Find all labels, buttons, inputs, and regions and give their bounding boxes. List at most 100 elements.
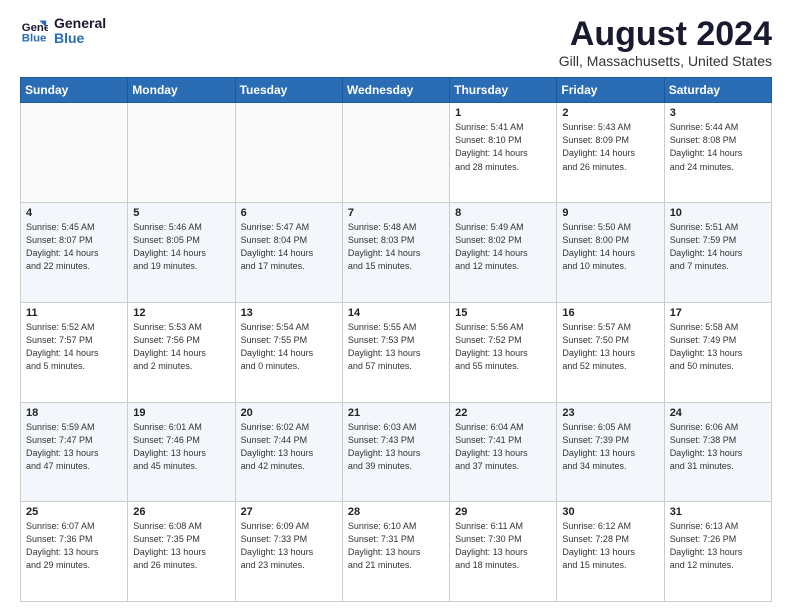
col-wednesday: Wednesday [342, 78, 449, 103]
day-number: 6 [241, 207, 337, 219]
day-info: Sunrise: 6:02 AM Sunset: 7:44 PM Dayligh… [241, 421, 337, 473]
day-number: 17 [670, 307, 766, 319]
table-row [342, 103, 449, 203]
day-info: Sunrise: 5:53 AM Sunset: 7:56 PM Dayligh… [133, 321, 229, 373]
day-info: Sunrise: 5:59 AM Sunset: 7:47 PM Dayligh… [26, 421, 122, 473]
table-row: 3 Sunrise: 5:44 AM Sunset: 8:08 PM Daylig… [664, 103, 771, 203]
day-info: Sunrise: 6:09 AM Sunset: 7:33 PM Dayligh… [241, 520, 337, 572]
day-info: Sunrise: 5:46 AM Sunset: 8:05 PM Dayligh… [133, 221, 229, 273]
title-block: August 2024 Gill, Massachusetts, United … [559, 16, 772, 69]
location: Gill, Massachusetts, United States [559, 53, 772, 69]
day-number: 1 [455, 107, 551, 119]
table-row: 26Sunrise: 6:08 AM Sunset: 7:35 PM Dayli… [128, 502, 235, 602]
table-row: 8Sunrise: 5:49 AM Sunset: 8:02 PM Daylig… [450, 203, 557, 303]
col-thursday: Thursday [450, 78, 557, 103]
day-info: Sunrise: 6:04 AM Sunset: 7:41 PM Dayligh… [455, 421, 551, 473]
table-row [128, 103, 235, 203]
calendar-week-row: 1 Sunrise: 5:41 AM Sunset: 8:10 PM Daylig… [21, 103, 772, 203]
day-number: 12 [133, 307, 229, 319]
calendar-week-row: 4 Sunrise: 5:45 AM Sunset: 8:07 PM Daylig… [21, 203, 772, 303]
table-row: 19 Sunrise: 6:01 AM Sunset: 7:46 PM Dayli… [128, 402, 235, 502]
day-number: 21 [348, 407, 444, 419]
col-friday: Friday [557, 78, 664, 103]
table-row: 4 Sunrise: 5:45 AM Sunset: 8:07 PM Daylig… [21, 203, 128, 303]
table-row: 27 Sunrise: 6:09 AM Sunset: 7:33 PM Dayli… [235, 502, 342, 602]
day-info: Sunrise: 6:08 AM Sunset: 7:35 PM Dayligh… [133, 520, 229, 572]
table-row: 1 Sunrise: 5:41 AM Sunset: 8:10 PM Daylig… [450, 103, 557, 203]
day-info: Sunrise: 5:55 AM Sunset: 7:53 PM Dayligh… [348, 321, 444, 373]
table-row: 31 Sunrise: 6:13 AM Sunset: 7:26 PM Dayli… [664, 502, 771, 602]
table-row: 24Sunrise: 6:06 AM Sunset: 7:38 PM Dayli… [664, 402, 771, 502]
calendar-header-row: Sunday Monday Tuesday Wednesday Thursday… [21, 78, 772, 103]
table-row: 12 Sunrise: 5:53 AM Sunset: 7:56 PM Dayli… [128, 302, 235, 402]
day-info: Sunrise: 5:51 AM Sunset: 7:59 PM Dayligh… [670, 221, 766, 273]
table-row: 21 Sunrise: 6:03 AM Sunset: 7:43 PM Dayli… [342, 402, 449, 502]
day-number: 31 [670, 506, 766, 518]
day-info: Sunrise: 6:11 AM Sunset: 7:30 PM Dayligh… [455, 520, 551, 572]
day-info: Sunrise: 5:54 AM Sunset: 7:55 PM Dayligh… [241, 321, 337, 373]
day-number: 4 [26, 207, 122, 219]
day-info: Sunrise: 6:13 AM Sunset: 7:26 PM Dayligh… [670, 520, 766, 572]
day-number: 16 [562, 307, 658, 319]
table-row: 23Sunrise: 6:05 AM Sunset: 7:39 PM Dayli… [557, 402, 664, 502]
table-row: 17Sunrise: 5:58 AM Sunset: 7:49 PM Dayli… [664, 302, 771, 402]
day-info: Sunrise: 5:49 AM Sunset: 8:02 PM Dayligh… [455, 221, 551, 273]
table-row: 18Sunrise: 5:59 AM Sunset: 7:47 PM Dayli… [21, 402, 128, 502]
day-info: Sunrise: 5:43 AM Sunset: 8:09 PM Dayligh… [562, 121, 658, 173]
day-info: Sunrise: 6:01 AM Sunset: 7:46 PM Dayligh… [133, 421, 229, 473]
table-row: 28 Sunrise: 6:10 AM Sunset: 7:31 PM Dayli… [342, 502, 449, 602]
day-info: Sunrise: 5:48 AM Sunset: 8:03 PM Dayligh… [348, 221, 444, 273]
table-row: 11Sunrise: 5:52 AM Sunset: 7:57 PM Dayli… [21, 302, 128, 402]
calendar-week-row: 18Sunrise: 5:59 AM Sunset: 7:47 PM Dayli… [21, 402, 772, 502]
table-row: 5Sunrise: 5:46 AM Sunset: 8:05 PM Daylig… [128, 203, 235, 303]
day-info: Sunrise: 5:47 AM Sunset: 8:04 PM Dayligh… [241, 221, 337, 273]
day-number: 3 [670, 107, 766, 119]
calendar-week-row: 11Sunrise: 5:52 AM Sunset: 7:57 PM Dayli… [21, 302, 772, 402]
day-number: 7 [348, 207, 444, 219]
day-number: 15 [455, 307, 551, 319]
day-number: 14 [348, 307, 444, 319]
table-row: 29Sunrise: 6:11 AM Sunset: 7:30 PM Dayli… [450, 502, 557, 602]
day-info: Sunrise: 6:10 AM Sunset: 7:31 PM Dayligh… [348, 520, 444, 572]
day-info: Sunrise: 6:12 AM Sunset: 7:28 PM Dayligh… [562, 520, 658, 572]
table-row: 30Sunrise: 6:12 AM Sunset: 7:28 PM Dayli… [557, 502, 664, 602]
table-row [21, 103, 128, 203]
table-row: 13 Sunrise: 5:54 AM Sunset: 7:55 PM Dayli… [235, 302, 342, 402]
day-number: 27 [241, 506, 337, 518]
col-sunday: Sunday [21, 78, 128, 103]
day-number: 22 [455, 407, 551, 419]
logo-icon: General Blue [20, 17, 48, 45]
day-number: 20 [241, 407, 337, 419]
day-info: Sunrise: 5:41 AM Sunset: 8:10 PM Dayligh… [455, 121, 551, 173]
day-number: 28 [348, 506, 444, 518]
table-row: 9 Sunrise: 5:50 AM Sunset: 8:00 PM Daylig… [557, 203, 664, 303]
col-tuesday: Tuesday [235, 78, 342, 103]
day-info: Sunrise: 5:44 AM Sunset: 8:08 PM Dayligh… [670, 121, 766, 173]
table-row: 7 Sunrise: 5:48 AM Sunset: 8:03 PM Daylig… [342, 203, 449, 303]
day-number: 23 [562, 407, 658, 419]
day-info: Sunrise: 5:45 AM Sunset: 8:07 PM Dayligh… [26, 221, 122, 273]
table-row: 10 Sunrise: 5:51 AM Sunset: 7:59 PM Dayli… [664, 203, 771, 303]
day-number: 13 [241, 307, 337, 319]
day-number: 10 [670, 207, 766, 219]
table-row: 6 Sunrise: 5:47 AM Sunset: 8:04 PM Daylig… [235, 203, 342, 303]
table-row: 20 Sunrise: 6:02 AM Sunset: 7:44 PM Dayli… [235, 402, 342, 502]
col-saturday: Saturday [664, 78, 771, 103]
day-number: 24 [670, 407, 766, 419]
header: General Blue General Blue August 2024 Gi… [20, 16, 772, 69]
table-row: 14 Sunrise: 5:55 AM Sunset: 7:53 PM Dayli… [342, 302, 449, 402]
day-number: 9 [562, 207, 658, 219]
day-number: 19 [133, 407, 229, 419]
table-row: 2 Sunrise: 5:43 AM Sunset: 8:09 PM Daylig… [557, 103, 664, 203]
logo: General Blue General Blue [20, 16, 106, 47]
table-row: 15 Sunrise: 5:56 AM Sunset: 7:52 PM Dayli… [450, 302, 557, 402]
calendar-week-row: 25Sunrise: 6:07 AM Sunset: 7:36 PM Dayli… [21, 502, 772, 602]
day-info: Sunrise: 5:57 AM Sunset: 7:50 PM Dayligh… [562, 321, 658, 373]
day-info: Sunrise: 5:56 AM Sunset: 7:52 PM Dayligh… [455, 321, 551, 373]
day-info: Sunrise: 6:03 AM Sunset: 7:43 PM Dayligh… [348, 421, 444, 473]
page: General Blue General Blue August 2024 Gi… [0, 0, 792, 612]
day-info: Sunrise: 5:50 AM Sunset: 8:00 PM Dayligh… [562, 221, 658, 273]
day-number: 2 [562, 107, 658, 119]
table-row [235, 103, 342, 203]
logo-general: General [54, 16, 106, 31]
